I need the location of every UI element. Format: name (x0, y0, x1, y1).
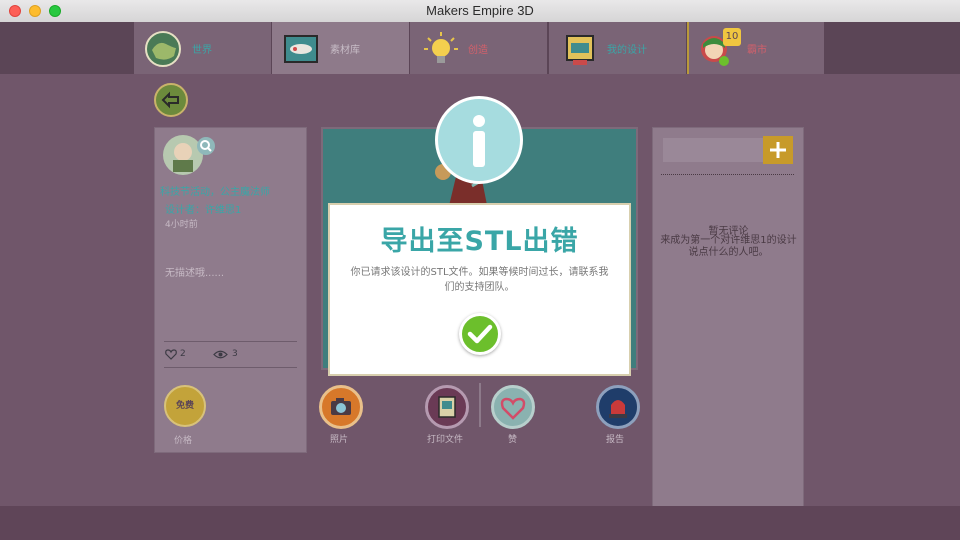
heart-icon (165, 349, 177, 360)
back-arrow-icon (161, 91, 179, 109)
market-level-badge: 10 (723, 28, 741, 46)
photo-button[interactable] (319, 385, 363, 429)
like-button[interactable] (491, 385, 535, 429)
no-comments-text: 来成为第一个对许维思1的设计说点什么的人吧。 (660, 235, 797, 258)
tab-market-label: 霸市 (747, 45, 767, 56)
camera-icon (331, 398, 351, 415)
price-label: 价格 (174, 436, 193, 446)
divider (164, 341, 297, 342)
divider (661, 174, 794, 175)
printer-icon (438, 396, 456, 418)
comments-panel (652, 127, 804, 540)
tab-create-label: 创造 (468, 45, 488, 56)
report-button[interactable] (596, 385, 640, 429)
lightbulb-icon (424, 32, 458, 63)
plus-icon (770, 142, 786, 158)
export-error-dialog: 导出至STL出错 你已请求该设计的STL文件。如果等候时间过长，请联系我们的支持… (328, 203, 631, 376)
info-icon (435, 96, 523, 184)
views-count: 3 (232, 349, 238, 359)
tab-create[interactable]: 创造 (410, 22, 547, 74)
add-comment-button[interactable] (763, 136, 793, 164)
checkmark-icon (467, 324, 493, 344)
tab-world-label: 世界 (192, 45, 212, 56)
window-maximize-button[interactable] (49, 5, 61, 17)
tab-market[interactable]: 10 霸市 (687, 22, 824, 74)
comment-input[interactable] (663, 138, 763, 162)
divider (479, 383, 481, 427)
bottom-bar (0, 506, 960, 540)
window-minimize-button[interactable] (29, 5, 41, 17)
price-badge: 免费 (164, 385, 206, 427)
design-time: 4小时前 (165, 220, 198, 230)
design-title: 科技节活动，公主魔法师 (160, 187, 270, 197)
photo-label: 照片 (330, 435, 349, 445)
globe-icon (145, 31, 181, 67)
likes-count: 2 (180, 349, 186, 359)
tab-library-label: 素材库 (330, 45, 360, 56)
eye-icon (213, 350, 228, 359)
dialog-message: 你已请求该设计的STL文件。如果等候时间过长，请联系我们的支持团队。 (350, 267, 609, 293)
back-button[interactable] (154, 83, 188, 117)
ok-button[interactable] (459, 313, 501, 355)
report-label: 报告 (606, 435, 625, 445)
window-title: Makers Empire 3D (426, 3, 534, 18)
tab-world[interactable]: 世界 (134, 22, 271, 74)
tab-my-designs-label: 我的设计 (607, 45, 647, 56)
window-titlebar: Makers Empire 3D (0, 0, 960, 23)
designer-name[interactable]: 设计者：许维思1 (165, 201, 241, 216)
design-description: 无描述哦...... (165, 268, 225, 279)
like-label: 赞 (508, 435, 518, 445)
library-icon (284, 35, 318, 63)
tab-my-designs[interactable]: 我的设计 (549, 22, 686, 74)
window-close-button[interactable] (9, 5, 21, 17)
siren-icon (609, 400, 627, 418)
tab-library[interactable]: 素材库 (272, 22, 409, 74)
divider (164, 367, 297, 368)
heart-icon (500, 397, 526, 420)
print-file-label: 打印文件 (427, 435, 464, 445)
dialog-title: 导出至STL出错 (380, 226, 579, 257)
my-designs-icon (566, 35, 594, 65)
zoom-icon[interactable] (196, 136, 216, 156)
print-file-button[interactable] (425, 385, 469, 429)
